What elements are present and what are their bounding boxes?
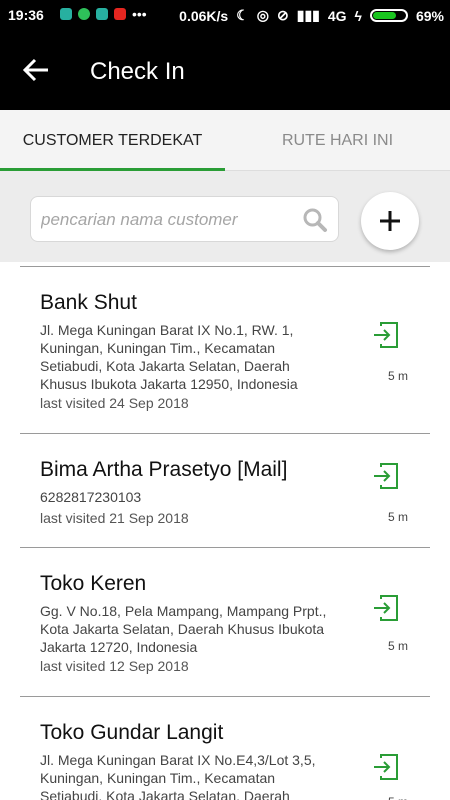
customer-card[interactable]: Bank Shut Jl. Mega Kuningan Barat IX No.… bbox=[20, 267, 430, 434]
add-customer-button[interactable] bbox=[361, 192, 419, 250]
search-icon[interactable] bbox=[302, 207, 328, 233]
customer-name: Bank Shut bbox=[40, 291, 137, 314]
distance: 5 m bbox=[388, 795, 408, 800]
check-in-icon[interactable] bbox=[372, 594, 400, 622]
status-time: 19:36 bbox=[8, 7, 44, 23]
tab-customer-terdekat[interactable]: CUSTOMER TERDEKAT bbox=[0, 110, 225, 170]
signal-icon: ▮▮▮ bbox=[296, 7, 320, 23]
customer-card[interactable]: Bima Artha Prasetyo [Mail] 6282817230103… bbox=[20, 434, 430, 548]
network-type: 4G bbox=[327, 7, 347, 24]
app-notification-icon-2 bbox=[96, 8, 108, 20]
customer-list: Bank Shut Jl. Mega Kuningan Barat IX No.… bbox=[0, 262, 450, 800]
search-input[interactable] bbox=[39, 197, 305, 243]
plus-icon bbox=[380, 211, 400, 231]
check-in-icon[interactable] bbox=[372, 321, 400, 349]
customer-address: Jl. Mega Kuningan Barat IX No.E4,3/Lot 3… bbox=[40, 752, 316, 800]
battery-icon bbox=[369, 9, 408, 22]
app-bar: Check In bbox=[0, 30, 450, 110]
search-box bbox=[30, 196, 339, 243]
status-right: 0.06K/s ☾ ◎ ⊘ ▮▮▮ 4G ϟ 69% bbox=[179, 7, 444, 24]
customer-name: Toko Keren bbox=[40, 572, 147, 595]
last-visited: last visited 21 Sep 2018 bbox=[40, 510, 189, 526]
network-speed: 0.06K/s bbox=[179, 7, 229, 24]
battery-percent: 69% bbox=[415, 7, 444, 24]
customer-name: Toko Gundar Langit bbox=[40, 721, 224, 744]
customer-card[interactable]: Toko Keren Gg. V No.18, Pela Mampang, Ma… bbox=[20, 548, 430, 697]
app-notification-icon bbox=[60, 8, 72, 20]
tab-bar: CUSTOMER TERDEKAT RUTE HARI INI bbox=[0, 110, 450, 171]
whatsapp-icon bbox=[78, 8, 90, 20]
notification-icons: ••• bbox=[60, 6, 147, 22]
charging-icon: ϟ bbox=[354, 7, 362, 24]
check-in-icon[interactable] bbox=[372, 753, 400, 781]
moon-icon: ☾ bbox=[236, 7, 249, 23]
last-visited: last visited 12 Sep 2018 bbox=[40, 658, 189, 674]
customer-card[interactable]: Toko Gundar Langit Jl. Mega Kuningan Bar… bbox=[20, 697, 430, 800]
tab-rute-hari-ini[interactable]: RUTE HARI INI bbox=[225, 110, 450, 170]
youtube-icon bbox=[114, 8, 126, 20]
distance: 5 m bbox=[388, 369, 409, 383]
more-notifications-icon: ••• bbox=[132, 6, 147, 22]
active-tab-indicator bbox=[0, 168, 225, 171]
alarm-icon: ◎ bbox=[256, 7, 269, 23]
distance: 5 m bbox=[388, 510, 409, 524]
page-title: Check In bbox=[90, 58, 185, 85]
last-visited: last visited 24 Sep 2018 bbox=[40, 395, 189, 411]
distance: 5 m bbox=[388, 639, 409, 653]
customer-address: Gg. V No.18, Pela Mampang, Mampang Prpt.… bbox=[40, 603, 327, 655]
back-arrow-icon[interactable] bbox=[18, 52, 54, 88]
customer-phone: 6282817230103 bbox=[40, 489, 142, 505]
customer-name: Bima Artha Prasetyo [Mail] bbox=[40, 458, 288, 481]
status-bar: 19:36 ••• 0.06K/s ☾ ◎ ⊘ ▮▮▮ 4G ϟ 69% bbox=[0, 0, 450, 30]
vibrate-off-icon: ⊘ bbox=[277, 7, 289, 23]
check-in-icon[interactable] bbox=[372, 462, 400, 490]
customer-address: Jl. Mega Kuningan Barat IX No.1, RW. 1, … bbox=[40, 322, 298, 392]
